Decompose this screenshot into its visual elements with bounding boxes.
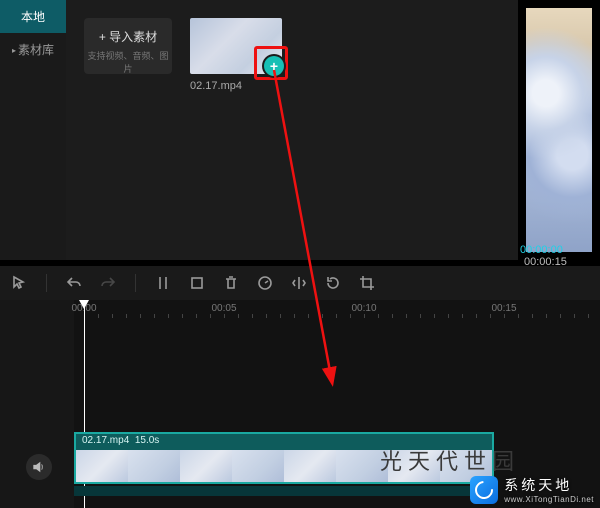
watermark-logo-icon	[470, 476, 498, 504]
media-filename: 02.17.mp4	[190, 80, 282, 92]
ruler-tick: 00:05	[211, 303, 236, 314]
media-pane: + 导入素材 支持视频、音频、图片 + 02.17.mp4	[66, 0, 518, 260]
media-thumbnail[interactable]: +	[190, 18, 282, 74]
preview-duration: 00:00:15	[524, 256, 567, 268]
delete-icon[interactable]	[222, 274, 240, 292]
track-header	[0, 300, 74, 508]
import-media-card[interactable]: + 导入素材 支持视频、音频、图片	[84, 18, 172, 74]
watermark-title: 系统天地	[504, 475, 594, 495]
mirror-icon[interactable]	[290, 274, 308, 292]
speed-icon[interactable]	[256, 274, 274, 292]
toolbar-separator	[46, 274, 47, 292]
sidebar-tab-library-label: 素材库	[18, 43, 54, 57]
chevron-right-icon: ▸	[12, 46, 16, 55]
watermark: 系统天地 www.XiTongTianDi.net	[470, 475, 594, 504]
sidebar-tab-library[interactable]: ▸素材库	[0, 33, 66, 66]
audio-track[interactable]	[74, 486, 494, 496]
rotate-icon[interactable]	[324, 274, 342, 292]
sidebar-tab-local[interactable]: 本地	[0, 0, 66, 33]
crop2-icon[interactable]	[358, 274, 376, 292]
split-icon[interactable]	[154, 274, 172, 292]
redo-icon	[99, 274, 117, 292]
undo-icon[interactable]	[65, 274, 83, 292]
preview-thumbnail	[526, 8, 592, 252]
preview-pane	[518, 0, 600, 260]
ruler-tick: 00:10	[351, 303, 376, 314]
toolbar-separator	[135, 274, 136, 292]
media-sidebar: 本地 ▸素材库	[0, 0, 66, 260]
media-item[interactable]: + 02.17.mp4	[190, 18, 282, 92]
import-subtitle: 支持视频、音频、图片	[84, 49, 172, 75]
watermark-ghost-text: 光天代世园	[380, 444, 520, 476]
time-ruler[interactable]: 00:00 00:05 00:10 00:15	[74, 300, 600, 322]
import-title: + 导入素材	[84, 28, 172, 45]
pointer-tool-icon[interactable]	[10, 274, 28, 292]
watermark-url: www.XiTongTianDi.net	[504, 495, 594, 504]
import-title-text: 导入素材	[109, 30, 157, 44]
mute-button[interactable]	[26, 454, 52, 480]
clip-filename: 02.17.mp4	[82, 435, 129, 446]
preview-current-time: 00:00:00	[520, 244, 563, 256]
ruler-tick: 00:15	[491, 303, 516, 314]
speaker-icon	[32, 460, 46, 474]
crop-icon[interactable]	[188, 274, 206, 292]
plus-icon: +	[99, 30, 106, 44]
clip-duration: 15.0s	[135, 435, 159, 446]
add-to-timeline-icon[interactable]: +	[264, 56, 284, 76]
timeline-toolbar	[0, 266, 600, 300]
